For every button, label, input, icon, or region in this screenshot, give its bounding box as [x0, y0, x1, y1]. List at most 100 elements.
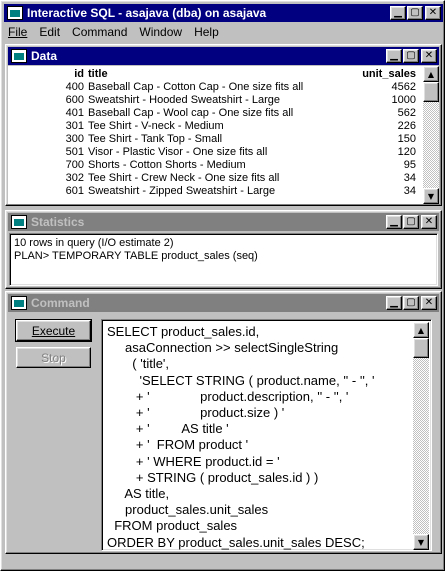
stop-button-label: Stop — [41, 350, 66, 365]
cell-unit-sales[interactable]: 95 — [336, 158, 418, 171]
cell-unit-sales[interactable]: 150 — [336, 132, 418, 145]
minimize-icon[interactable]: ▁ — [386, 215, 402, 229]
scroll-thumb[interactable] — [413, 338, 429, 358]
table-row[interactable]: 600 Sweatshirt - Hooded Sweatshirt - Larg… — [8, 93, 418, 106]
app-icon[interactable] — [7, 6, 23, 20]
menu-file[interactable]: File — [4, 25, 33, 39]
statistics-line: PLAN> TEMPORARY TABLE product_sales (seq… — [14, 250, 258, 262]
command-window: Command ▁ ▢ ✕ Execute Stop SELECT produc… — [5, 291, 442, 554]
maximize-icon[interactable]: ▢ — [407, 6, 423, 20]
table-row[interactable]: 301 Tee Shirt - V-neck - Medium 226 — [8, 119, 418, 132]
cell-unit-sales[interactable]: 34 — [336, 184, 418, 197]
statistics-titlebar[interactable]: Statistics ▁ ▢ ✕ — [8, 213, 439, 231]
execute-button[interactable]: Execute — [15, 319, 92, 342]
sql-line: + ' product.description, '' - '', ' — [107, 388, 349, 404]
cell-title[interactable]: Tee Shirt - Crew Neck - One size fits al… — [86, 171, 336, 184]
table-row[interactable]: 501 Visor - Plastic Visor - One size fits… — [8, 145, 418, 158]
cell-id[interactable]: 302 — [8, 171, 86, 184]
data-window: Data ▁ ▢ ✕ id title unit_sales 400 Baseba… — [5, 44, 442, 206]
cell-id[interactable]: 300 — [8, 132, 86, 145]
close-icon[interactable]: ✕ — [421, 215, 437, 229]
statistics-window-icon[interactable] — [11, 215, 27, 229]
sql-line: FROM product_sales — [107, 518, 238, 534]
sql-editor[interactable]: SELECT product_sales.id, asaConnection >… — [101, 319, 432, 551]
sql-line: + ' AS title ' — [107, 421, 229, 437]
scroll-down-icon[interactable]: ▼ — [413, 534, 429, 550]
cell-unit-sales[interactable]: 34 — [336, 171, 418, 184]
cell-title[interactable]: Baseball Cap - Cotton Cap - One size fit… — [86, 80, 336, 93]
menu-edit[interactable]: Edit — [33, 25, 66, 39]
sql-line: AS title, — [107, 486, 170, 502]
menu-file-label: File — [8, 25, 28, 39]
menu-window-label: Window — [139, 25, 183, 39]
scroll-up-icon[interactable]: ▲ — [423, 66, 439, 82]
grid-header: id title unit_sales — [8, 67, 418, 80]
stop-button[interactable]: Stop — [16, 347, 91, 368]
cell-unit-sales[interactable]: 120 — [336, 145, 418, 158]
sql-line: asaConnection >> selectSingleString — [107, 340, 339, 356]
execute-button-label: Execute — [31, 323, 76, 338]
command-window-icon[interactable] — [11, 296, 27, 310]
cell-title[interactable]: Tee Shirt - V-neck - Medium — [86, 119, 336, 132]
main-titlebar[interactable]: Interactive SQL - asajava (dba) on asaja… — [4, 4, 443, 22]
scroll-up-icon[interactable]: ▲ — [413, 322, 429, 338]
cell-unit-sales[interactable]: 562 — [336, 106, 418, 119]
cell-id[interactable]: 600 — [8, 93, 86, 106]
sql-line: + STRING ( product_sales.id ) ) — [107, 469, 319, 485]
scroll-down-icon[interactable]: ▼ — [423, 188, 439, 204]
cell-title[interactable]: Shorts - Cotton Shorts - Medium — [86, 158, 336, 171]
cell-id[interactable]: 401 — [8, 106, 86, 119]
statistics-pane[interactable]: 10 rows in query (I/O estimate 2) PLAN> … — [9, 233, 438, 286]
cell-unit-sales[interactable]: 4562 — [336, 80, 418, 93]
menu-bar: File Edit Command Window Help — [4, 23, 443, 41]
maximize-icon[interactable]: ▢ — [403, 296, 419, 310]
table-row[interactable]: 302 Tee Shirt - Crew Neck - One size fits… — [8, 171, 418, 184]
close-icon[interactable]: ✕ — [425, 6, 441, 20]
menu-help-label: Help — [194, 25, 219, 39]
sql-line: + ' FROM product ' — [107, 437, 249, 453]
menu-command-label: Command — [72, 25, 128, 39]
sql-scrollbar[interactable]: ▲ ▼ — [413, 322, 429, 550]
sql-text[interactable]: SELECT product_sales.id, asaConnection >… — [102, 320, 431, 550]
close-icon[interactable]: ✕ — [421, 296, 437, 310]
table-row[interactable]: 700 Shorts - Cotton Shorts - Medium 95 — [8, 158, 418, 171]
table-row[interactable]: 400 Baseball Cap - Cotton Cap - One size … — [8, 80, 418, 93]
column-header-title[interactable]: title — [86, 67, 336, 80]
maximize-icon[interactable]: ▢ — [403, 215, 419, 229]
cell-title[interactable]: Sweatshirt - Hooded Sweatshirt - Large — [86, 93, 336, 106]
table-row[interactable]: 300 Tee Shirt - Tank Top - Small 150 — [8, 132, 418, 145]
cell-id[interactable]: 700 — [8, 158, 86, 171]
column-header-unit-sales[interactable]: unit_sales — [336, 67, 418, 80]
minimize-icon[interactable]: ▁ — [386, 296, 402, 310]
cell-unit-sales[interactable]: 226 — [336, 119, 418, 132]
cell-id[interactable]: 501 — [8, 145, 86, 158]
command-titlebar[interactable]: Command ▁ ▢ ✕ — [8, 294, 439, 312]
data-titlebar[interactable]: Data ▁ ▢ ✕ — [8, 47, 439, 65]
minimize-icon[interactable]: ▁ — [386, 49, 402, 63]
data-scrollbar[interactable]: ▲ ▼ — [423, 66, 439, 204]
menu-help[interactable]: Help — [188, 25, 225, 39]
cell-title[interactable]: Tee Shirt - Tank Top - Small — [86, 132, 336, 145]
menu-window[interactable]: Window — [133, 25, 188, 39]
menu-edit-label: Edit — [39, 25, 61, 39]
sql-line: ORDER BY product_sales.unit_sales DESC; — [107, 534, 365, 550]
close-icon[interactable]: ✕ — [421, 49, 437, 63]
data-grid[interactable]: id title unit_sales 400 Baseball Cap - Co… — [8, 66, 439, 204]
minimize-icon[interactable]: ▁ — [390, 6, 406, 20]
cell-title[interactable]: Sweatshirt - Zipped Sweatshirt - Large — [86, 184, 336, 197]
cell-title[interactable]: Baseball Cap - Wool cap - One size fits … — [86, 106, 336, 119]
sql-line: 'SELECT STRING ( product.name, '' - '', … — [107, 372, 375, 388]
scroll-thumb[interactable] — [423, 82, 439, 102]
data-window-icon[interactable] — [11, 49, 27, 63]
cell-id[interactable]: 601 — [8, 184, 86, 197]
table-row[interactable]: 401 Baseball Cap - Wool cap - One size fi… — [8, 106, 418, 119]
cell-id[interactable]: 301 — [8, 119, 86, 132]
cell-title[interactable]: Visor - Plastic Visor - One size fits al… — [86, 145, 336, 158]
column-header-id[interactable]: id — [8, 67, 86, 80]
statistics-window-title: Statistics — [31, 215, 85, 229]
cell-id[interactable]: 400 — [8, 80, 86, 93]
table-row[interactable]: 601 Sweatshirt - Zipped Sweatshirt - Larg… — [8, 184, 418, 197]
menu-command[interactable]: Command — [66, 25, 133, 39]
cell-unit-sales[interactable]: 1000 — [336, 93, 418, 106]
maximize-icon[interactable]: ▢ — [403, 49, 419, 63]
